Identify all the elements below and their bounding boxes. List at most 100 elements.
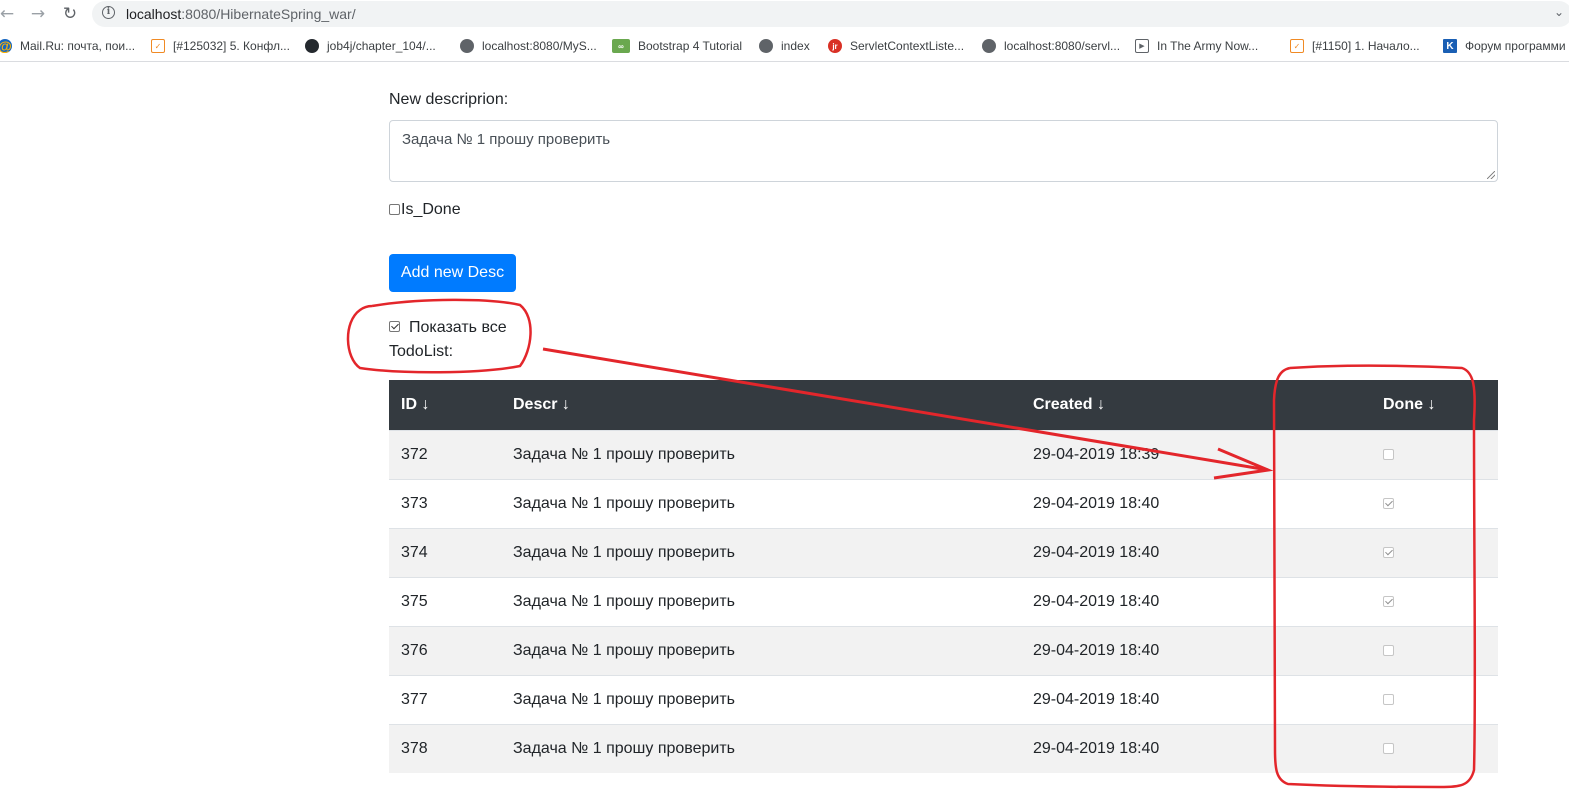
column-header-created[interactable]: Created ↓ — [1021, 380, 1336, 430]
bookmark-item[interactable]: localhost:8080/MyS... — [460, 37, 597, 55]
bookmark-label: localhost:8080/MyS... — [482, 39, 597, 53]
bookmark-label: ServletContextListe... — [850, 39, 965, 53]
todo-table: ID ↓ Descr ↓ Created ↓ Done ↓ 372 Задача… — [389, 380, 1498, 773]
is-done-label: Is_Done — [401, 201, 461, 218]
bookmark-item[interactable]: index — [759, 37, 810, 55]
done-checkbox — [1383, 644, 1394, 656]
bookmark-item[interactable]: ✓ [#1150] 1. Начало... — [1290, 37, 1420, 55]
cell-done — [1336, 527, 1498, 577]
table-header-row: ID ↓ Descr ↓ Created ↓ Done ↓ — [389, 380, 1498, 430]
ticket-icon: ✓ — [1290, 39, 1304, 53]
url-path: :8080/HibernateSpring_war/ — [181, 6, 356, 22]
cell-created: 29-04-2019 18:40 — [1021, 478, 1336, 528]
globe-icon — [759, 39, 773, 53]
url-text[interactable]: localhost:8080/HibernateSpring_war/ — [126, 6, 356, 22]
reload-icon[interactable]: ↻ — [59, 3, 81, 25]
cell-descr: Задача № 1 прошу проверить — [501, 527, 1021, 577]
cell-id: 373 — [389, 478, 501, 528]
table-row: 374 Задача № 1 прошу проверить 29-04-201… — [389, 527, 1498, 577]
bookmark-item[interactable]: K Форум программи — [1443, 37, 1566, 55]
table-row: 378 Задача № 1 прошу проверить 29-04-201… — [389, 723, 1498, 773]
cell-created: 29-04-2019 18:39 — [1021, 429, 1336, 479]
address-bar[interactable]: i localhost:8080/HibernateSpring_war/ ⌄ — [92, 1, 1569, 27]
cell-id: 374 — [389, 527, 501, 577]
bookmark-label: index — [781, 39, 810, 53]
url-host: localhost — [126, 6, 182, 22]
bookmark-label: localhost:8080/servl... — [1004, 39, 1121, 53]
play-icon: ▶ — [1135, 39, 1149, 53]
cell-descr: Задача № 1 прошу проверить — [501, 429, 1021, 479]
cell-descr: Задача № 1 прошу проверить — [501, 723, 1021, 773]
new-description-label: New descriprion: — [389, 91, 509, 108]
bookmark-label: In The Army Now... — [1157, 39, 1259, 53]
bookmark-label: Bootstrap 4 Tutorial — [638, 39, 743, 53]
done-checkbox — [1383, 595, 1394, 607]
cell-created: 29-04-2019 18:40 — [1021, 674, 1336, 724]
bookmark-item[interactable]: @ Mail.Ru: почта, пои... — [0, 37, 135, 55]
cell-done — [1336, 576, 1498, 626]
column-header-id[interactable]: ID ↓ — [389, 380, 501, 430]
cell-descr: Задача № 1 прошу проверить — [501, 625, 1021, 675]
bookmark-label: [#1150] 1. Начало... — [1312, 39, 1420, 53]
cell-created: 29-04-2019 18:40 — [1021, 576, 1336, 626]
bookmark-item[interactable]: ▶ In The Army Now... — [1135, 37, 1258, 55]
table-row: 372 Задача № 1 прошу проверить 29-04-201… — [389, 429, 1498, 479]
bootstrap-icon: ∞ — [612, 39, 630, 53]
browser-toolbar: ← → ↻ i localhost:8080/HibernateSpring_w… — [0, 0, 1569, 28]
cell-created: 29-04-2019 18:40 — [1021, 723, 1336, 773]
table-header: ID ↓ Descr ↓ Created ↓ Done ↓ — [389, 380, 1498, 430]
mailru-icon: @ — [0, 38, 12, 54]
description-value: Задача № 1 прошу проверить — [402, 131, 611, 148]
back-arrow-icon[interactable]: ← — [0, 3, 18, 25]
done-checkbox — [1383, 497, 1394, 509]
add-new-desc-button[interactable]: Add new Desc — [389, 254, 516, 292]
cell-descr: Задача № 1 прошу проверить — [501, 674, 1021, 724]
cell-created: 29-04-2019 18:40 — [1021, 527, 1336, 577]
globe-icon — [982, 39, 996, 53]
is-done-checkbox[interactable] — [389, 204, 400, 215]
bookmark-item[interactable]: jr ServletContextListe... — [828, 37, 964, 55]
globe-icon — [460, 39, 474, 53]
bookmark-item[interactable]: ✓ [#125032] 5. Конфл... — [151, 37, 290, 55]
bookmark-label: job4j/chapter_104/... — [327, 39, 436, 53]
done-checkbox — [1383, 546, 1394, 558]
cell-id: 375 — [389, 576, 501, 626]
resize-handle[interactable] — [1487, 171, 1495, 179]
done-checkbox — [1383, 693, 1394, 705]
forward-arrow-icon[interactable]: → — [27, 3, 49, 25]
column-header-done[interactable]: Done ↓ — [1336, 380, 1498, 430]
cell-id: 372 — [389, 429, 501, 479]
bookmark-item[interactable]: job4j/chapter_104/... — [305, 37, 436, 55]
cell-done — [1336, 478, 1498, 528]
table-row: 377 Задача № 1 прошу проверить 29-04-201… — [389, 674, 1498, 724]
table-row: 373 Задача № 1 прошу проверить 29-04-201… — [389, 478, 1498, 528]
bookmark-label: [#125032] 5. Конфл... — [173, 39, 290, 53]
show-all-label: Показать все — [409, 319, 507, 336]
cell-done — [1336, 429, 1498, 479]
cell-done — [1336, 723, 1498, 773]
table-row: 376 Задача № 1 прошу проверить 29-04-201… — [389, 625, 1498, 675]
show-all-checkbox[interactable] — [389, 321, 400, 332]
cell-descr: Задача № 1 прошу проверить — [501, 576, 1021, 626]
cell-id: 377 — [389, 674, 501, 724]
cell-id: 376 — [389, 625, 501, 675]
bookmarks-bar: @ Mail.Ru: почта, пои... ✓ [#125032] 5. … — [0, 31, 1569, 62]
cell-created: 29-04-2019 18:40 — [1021, 625, 1336, 675]
column-header-descr[interactable]: Descr ↓ — [501, 380, 1021, 430]
todolist-label: TodoList: — [389, 343, 454, 360]
description-textarea[interactable]: Задача № 1 прошу проверить — [389, 120, 1498, 182]
bookmark-label: Форум программи — [1465, 39, 1566, 53]
cell-done — [1336, 625, 1498, 675]
table-row: 375 Задача № 1 прошу проверить 29-04-201… — [389, 576, 1498, 626]
forum-icon: K — [1443, 39, 1457, 53]
bookmark-label: Mail.Ru: почта, пои... — [20, 39, 136, 53]
info-icon[interactable]: i — [102, 6, 115, 19]
chevron-down-icon[interactable]: ⌄ — [1554, 5, 1564, 19]
bookmark-item[interactable]: localhost:8080/servl... — [982, 37, 1120, 55]
done-checkbox — [1383, 743, 1394, 755]
cell-descr: Задача № 1 прошу проверить — [501, 478, 1021, 528]
table-body: 372 Задача № 1 прошу проверить 29-04-201… — [389, 429, 1498, 773]
javarush-icon: jr — [828, 39, 842, 53]
bookmark-item[interactable]: ∞ Bootstrap 4 Tutorial — [612, 37, 742, 55]
ticket-icon: ✓ — [151, 39, 165, 53]
